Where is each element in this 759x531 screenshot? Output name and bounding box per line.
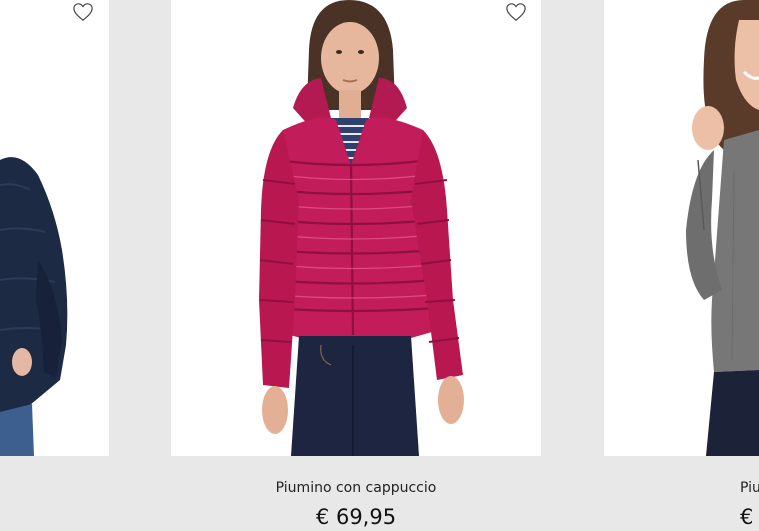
product-name[interactable]: Piumino con cappuccio xyxy=(171,480,541,496)
product-image[interactable] xyxy=(171,0,541,456)
product-price: € xyxy=(740,505,754,529)
product-photo xyxy=(0,0,109,456)
product-photo xyxy=(171,0,541,456)
product-photo xyxy=(604,0,759,456)
product-card[interactable] xyxy=(0,0,109,531)
product-card[interactable]: Piu € xyxy=(604,0,759,531)
wishlist-heart-icon[interactable] xyxy=(505,2,527,22)
wishlist-heart-icon[interactable] xyxy=(72,2,94,22)
product-image[interactable] xyxy=(604,0,759,456)
product-price: € 69,95 xyxy=(315,505,397,529)
product-image[interactable] xyxy=(0,0,109,456)
product-card[interactable]: Piumino con cappuccio € 69,95 xyxy=(171,0,541,531)
product-name[interactable]: Piu xyxy=(740,480,759,496)
